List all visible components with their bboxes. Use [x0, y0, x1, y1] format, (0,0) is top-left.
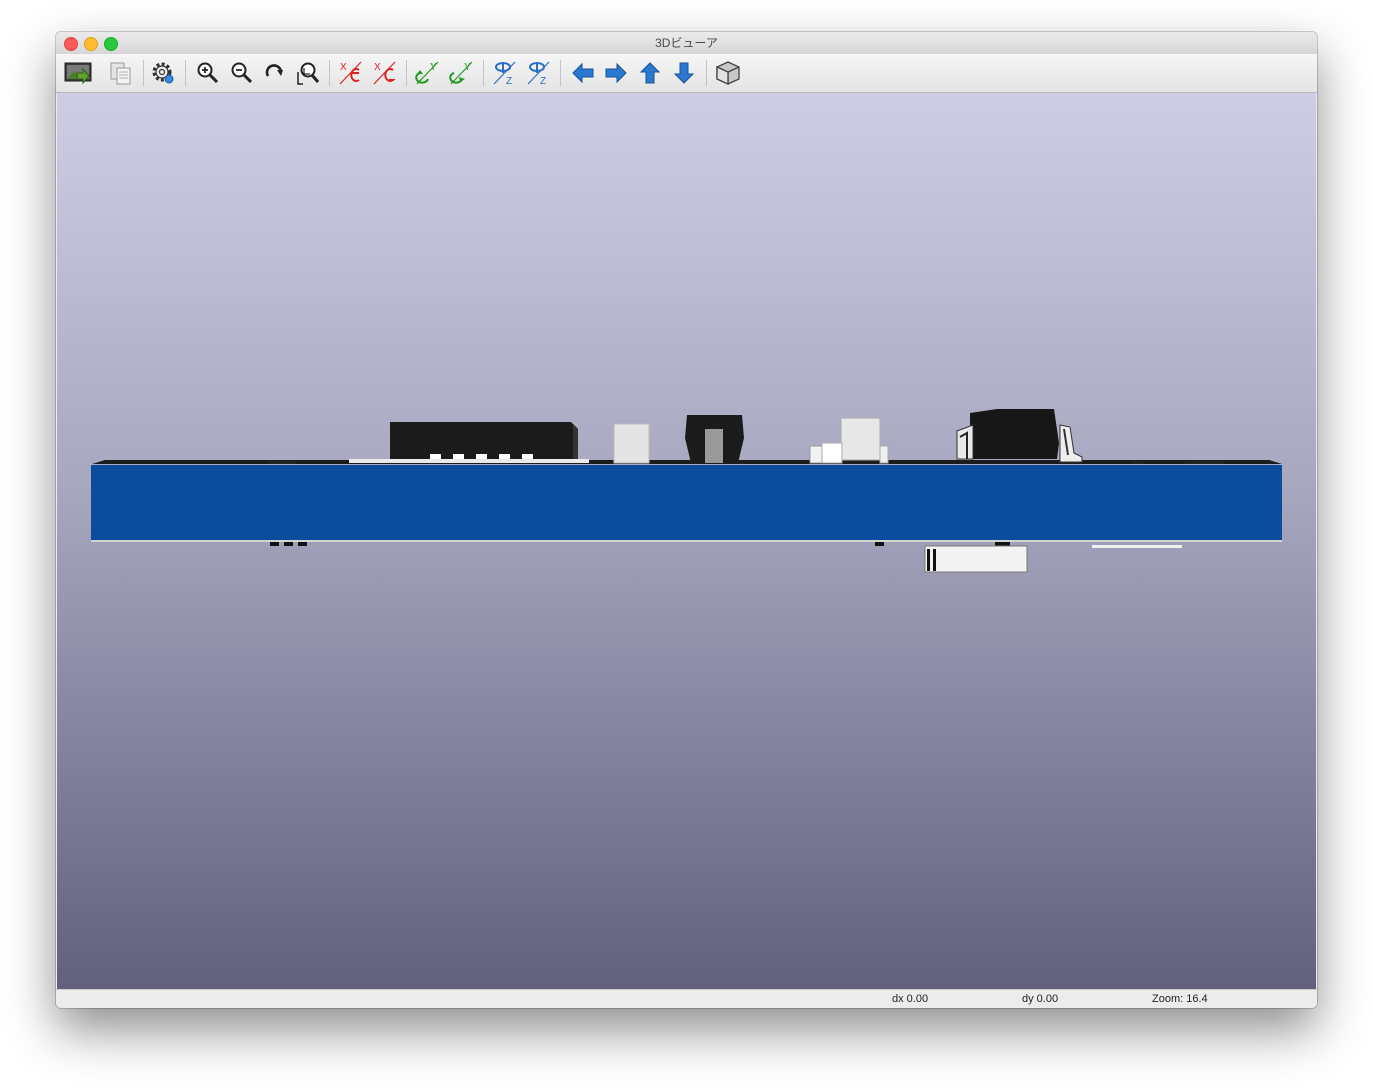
- title-bar[interactable]: 3Dビューア: [56, 32, 1317, 54]
- arrow-down-icon: [673, 62, 695, 84]
- zoom-fit-icon: [297, 62, 320, 85]
- redraw-button[interactable]: [260, 59, 290, 87]
- pcb-board: [91, 465, 1282, 540]
- bottom-component-pin: [933, 549, 936, 571]
- ic-lead: [956, 424, 974, 460]
- redraw-icon: [265, 64, 283, 77]
- board-trace: [1185, 461, 1225, 464]
- toolbar: X X Y Y Z Z: [56, 54, 1317, 93]
- board-trace: [270, 461, 296, 464]
- rotate-x-cw-icon: X: [339, 61, 362, 85]
- rotate-z-ccw-button[interactable]: Z: [524, 59, 554, 87]
- rotate-x-ccw-button[interactable]: X: [370, 59, 400, 87]
- bottom-pad: [270, 542, 279, 546]
- bottom-component: [1092, 545, 1182, 548]
- copy-icon: [110, 62, 131, 85]
- rotate-y-ccw-icon: Y: [449, 61, 473, 85]
- status-zoom: Zoom: 16.4: [1152, 993, 1208, 1005]
- toolbar-separator: [329, 60, 330, 86]
- pcb-3d-model: [91, 409, 1282, 573]
- gear-icon: [152, 62, 174, 84]
- bottom-pad: [995, 542, 1010, 546]
- arrow-up-icon: [639, 62, 661, 84]
- status-dx: dx 0.00: [892, 993, 929, 1005]
- connector-base: [349, 459, 589, 463]
- smd-component: [821, 442, 843, 464]
- bottom-pad: [284, 542, 293, 546]
- bottom-pad: [298, 542, 307, 546]
- maximize-window-button[interactable]: [104, 37, 118, 51]
- zoom-in-icon: [197, 62, 219, 84]
- settings-button[interactable]: [148, 59, 178, 87]
- zoom-fit-button[interactable]: [293, 59, 323, 87]
- arrow-left-icon: [572, 62, 594, 84]
- toolbar-separator: [483, 60, 484, 86]
- pcb-bottom-edge: [91, 540, 1282, 542]
- bottom-component: [924, 545, 1028, 573]
- smd-component: [879, 445, 889, 464]
- zoom-in-button[interactable]: [193, 59, 223, 87]
- window-title: 3Dビューア: [655, 36, 718, 50]
- move-down-button[interactable]: [669, 59, 699, 87]
- move-left-button[interactable]: [568, 59, 598, 87]
- svg-text:X: X: [340, 62, 347, 73]
- smd-component: [613, 423, 650, 464]
- toolbar-separator: [706, 60, 707, 86]
- svg-text:Y: Y: [464, 62, 471, 73]
- rotate-y-cw-button[interactable]: Y: [413, 59, 443, 87]
- toolbar-separator: [185, 60, 186, 86]
- inductor-window: [705, 429, 723, 463]
- svg-text:Y: Y: [430, 62, 437, 73]
- board-trace: [1133, 461, 1143, 464]
- rotate-z-cw-icon: Z: [493, 61, 516, 87]
- move-up-button[interactable]: [635, 59, 665, 87]
- minimize-window-button[interactable]: [84, 37, 98, 51]
- bottom-component-pin: [927, 549, 930, 571]
- cube-icon: [716, 61, 740, 86]
- zoom-out-icon: [231, 62, 253, 84]
- arrow-right-icon: [605, 62, 627, 84]
- status-bar: dx 0.00 dy 0.00 Zoom: 16.4: [56, 989, 1317, 1008]
- 3d-viewport[interactable]: [57, 93, 1316, 989]
- render-image-button[interactable]: [63, 59, 93, 87]
- copy-clipboard-button[interactable]: [106, 59, 136, 87]
- bottom-pad: [875, 542, 884, 546]
- viewer-window: 3Dビューア X X Y Y Z Z dx 0.00 dy 0.00 Zoom:…: [56, 32, 1317, 1008]
- svg-text:X: X: [374, 62, 381, 73]
- zoom-out-button[interactable]: [227, 59, 257, 87]
- close-window-button[interactable]: [64, 37, 78, 51]
- toolbar-separator: [143, 60, 144, 86]
- rotate-y-cw-icon: Y: [415, 61, 439, 85]
- image-export-icon: [64, 62, 92, 85]
- rotate-x-ccw-icon: X: [373, 61, 396, 85]
- ortho-toggle-button[interactable]: [713, 59, 743, 87]
- move-right-button[interactable]: [601, 59, 631, 87]
- toolbar-separator: [560, 60, 561, 86]
- smd-component: [840, 417, 881, 461]
- ic-body: [970, 409, 1059, 459]
- rotate-y-ccw-button[interactable]: Y: [447, 59, 477, 87]
- rotate-z-ccw-icon: Z: [527, 61, 550, 87]
- rotate-x-cw-button[interactable]: X: [336, 59, 366, 87]
- rotate-z-cw-button[interactable]: Z: [490, 59, 520, 87]
- svg-text:Z: Z: [506, 76, 512, 87]
- svg-text:Z: Z: [540, 76, 546, 87]
- toolbar-separator: [406, 60, 407, 86]
- status-dy: dy 0.00: [1022, 993, 1059, 1005]
